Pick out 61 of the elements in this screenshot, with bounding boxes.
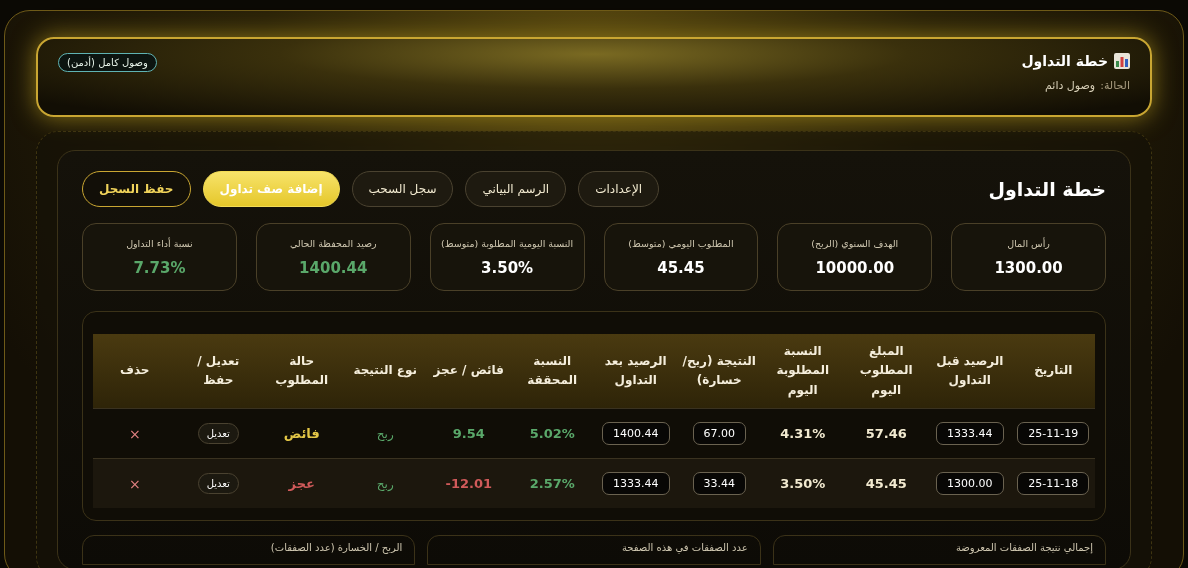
status-label: الحالة: xyxy=(1100,79,1130,92)
stat-label: رأس المال xyxy=(1007,237,1050,249)
stat-value: 7.73% xyxy=(133,258,186,277)
table-cell: 12.01- xyxy=(445,476,492,491)
column-header: النسبة المحققة xyxy=(510,334,594,409)
toolbar-button[interactable]: الإعدادات xyxy=(578,171,660,207)
stat-value: 3.50% xyxy=(481,258,534,277)
balance-field[interactable]: 1333.44 xyxy=(936,422,1004,445)
column-header: نوع النتيجة xyxy=(343,334,427,409)
column-header: حذف xyxy=(93,334,177,409)
column-header: التاريخ xyxy=(1011,334,1095,409)
edit-button[interactable]: تعديل xyxy=(197,473,239,494)
status-value: وصول دائم xyxy=(1045,79,1096,92)
stat-label: نسبة أداء التداول xyxy=(126,237,193,249)
column-header: المبلغ المطلوب اليوم xyxy=(844,334,928,409)
table-cell: 4.31% xyxy=(780,426,826,441)
status-text: عجز xyxy=(288,476,315,491)
stat-label: الهدف السنوي (الربح) xyxy=(811,237,899,249)
stat-label: المطلوب اليومي (متوسط) xyxy=(628,237,734,249)
table-cell: ربح xyxy=(376,477,394,491)
column-header: حالة المطلوب xyxy=(260,334,344,409)
date-field[interactable]: 25-11-18 xyxy=(1017,472,1090,495)
column-header: الرصيد قبل التداول xyxy=(928,334,1012,409)
summary-label: عدد الصفقات في هذه الصفحة xyxy=(621,542,748,553)
bar-chart-icon xyxy=(1114,53,1130,69)
table-cell: 2.57% xyxy=(529,476,575,491)
toolbar-button[interactable]: سجل السحب xyxy=(351,171,454,207)
toolbar-button[interactable]: الرسم البياني xyxy=(465,171,567,207)
column-header: النتيجة (ربح/ خسارة) xyxy=(677,334,761,409)
panel-title: خطة التداول xyxy=(988,178,1106,200)
table-cell: ربح xyxy=(376,427,394,441)
result-field[interactable]: 33.44 xyxy=(692,472,746,495)
stat-value: 1400.44 xyxy=(299,258,368,277)
table-cell: 57.46 xyxy=(865,426,907,441)
column-header: الرصيد بعد التداول xyxy=(594,334,678,409)
stat-value: 10000.00 xyxy=(815,258,895,277)
balance-field[interactable]: 1333.44 xyxy=(602,472,670,495)
stat-label: رصيد المحفظة الحالي xyxy=(289,237,377,249)
summary-label: إجمالي نتيجة الصفقات المعروضة xyxy=(955,542,1093,553)
access-badge: وصول كامل (أدمن) xyxy=(58,53,157,72)
balance-field[interactable]: 1300.00 xyxy=(936,472,1004,495)
status-text: فائض xyxy=(283,426,320,441)
summary-label: الربح / الخسارة (عدد الصفقات) xyxy=(270,542,403,553)
edit-button[interactable]: تعديل xyxy=(197,423,239,444)
delete-button[interactable]: × xyxy=(122,474,147,493)
column-header: تعديل / حفظ xyxy=(176,334,260,409)
table-cell: 3.50% xyxy=(780,476,826,491)
table-cell: 9.54 xyxy=(452,426,485,441)
stat-label: النسبة اليومية المطلوبة (متوسط) xyxy=(441,237,574,249)
stat-value: 45.45 xyxy=(657,258,705,277)
stat-value: 1300.00 xyxy=(994,258,1063,277)
column-header: النسبة المطلوبة اليوم xyxy=(761,334,845,409)
column-header: فائض / عجز xyxy=(427,334,511,409)
app-title: خطة التداول xyxy=(1021,53,1108,69)
table-cell: 45.45 xyxy=(865,476,907,491)
date-field[interactable]: 25-11-19 xyxy=(1017,422,1090,445)
delete-button[interactable]: × xyxy=(122,424,147,443)
balance-field[interactable]: 1400.44 xyxy=(602,422,670,445)
save-button[interactable]: حفظ السجل xyxy=(82,171,191,207)
result-field[interactable]: 67.00 xyxy=(692,422,746,445)
table-cell: 5.02% xyxy=(529,426,575,441)
